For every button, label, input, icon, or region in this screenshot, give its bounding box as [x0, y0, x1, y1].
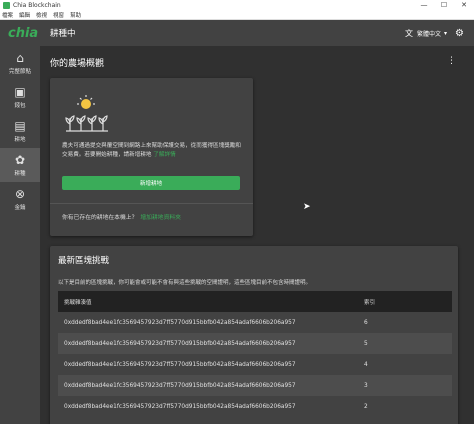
sidebar-item-label: 金鑰 — [14, 205, 26, 211]
app-header: chia 耕種中 文 繁體中文 ▾ ⚙ — [0, 20, 474, 46]
table-row: 0xddedf8bad4ee1fc3569457923d7ff5770d915b… — [58, 354, 452, 375]
challenge-index: 2 — [364, 403, 368, 410]
challenges-title: 最新區塊挑戰 — [58, 256, 110, 266]
home-icon: ⌂ — [16, 51, 24, 65]
table-row: 0xddedf8bad4ee1fc3569457923d7ff5770d915b… — [58, 396, 452, 417]
sidebar-item-full-node[interactable]: ⌂ 完整節點 — [0, 46, 40, 80]
challenge-hash: 0xddedf8bad4ee1fc3569457923d7ff5770d915b… — [64, 340, 296, 347]
sidebar-item-keys[interactable]: ⊗ 金鑰 — [0, 182, 40, 216]
challenge-hash: 0xddedf8bad4ee1fc3569457923d7ff5770d915b… — [64, 319, 296, 326]
farming-description-text: 農夫可通過提交與覆空間到網路上來幫助保護交易，從而獲得區塊獎勵和交易費。若要開始… — [62, 143, 242, 158]
menu-edit[interactable]: 編輯 — [19, 11, 30, 19]
existing-plots-text: 你有已存在的耕地在本機上？ — [62, 215, 138, 221]
key-icon: ⊗ — [14, 187, 26, 201]
close-button[interactable]: ✕ — [454, 0, 474, 11]
menu-window[interactable]: 視窗 — [53, 11, 64, 19]
challenge-hash: 0xddedf8bad4ee1fc3569457923d7ff5770d915b… — [64, 382, 296, 389]
page-title: 耕種中 — [50, 29, 76, 39]
add-plot-directory-link[interactable]: 增加耕地資料夾 — [140, 215, 181, 221]
minimize-button[interactable]: — — [414, 0, 434, 11]
existing-plots-prompt: 你有已存在的耕地在本機上？ 增加耕地資料夾 — [62, 212, 181, 221]
farming-description: 農夫可通過提交與覆空間到網路上來幫助保護交易，從而獲得區塊獎勵和交易費。若要開始… — [62, 142, 242, 160]
settings-gear-icon[interactable]: ⚙ — [455, 28, 464, 39]
sidebar-item-label: 錢包 — [14, 103, 26, 109]
farm-overview-heading: 你的農場概觀 — [50, 59, 105, 69]
challenge-hash: 0xddedf8bad4ee1fc3569457923d7ff5770d915b… — [64, 403, 296, 410]
sprout-icon: ✿ — [14, 153, 26, 167]
sidebar-item-farming[interactable]: ✿ 耕種 — [0, 148, 40, 182]
farming-intro-card: 農夫可通過提交與覆空間到網路上來幫助保護交易，從而獲得區塊獎勵和交易費。若要開始… — [50, 78, 253, 236]
table-row: 0xddedf8bad4ee1fc3569457923d7ff5770d915b… — [58, 375, 452, 396]
column-header-hash[interactable]: 挑戰雜湊值 — [58, 298, 364, 306]
challenges-subtitle: 以下是目前的區塊挑戰，你可能會或可能不會有與這些挑戰的空間證明，這些區塊目前不包… — [58, 280, 312, 286]
card-divider — [50, 203, 253, 204]
sidebar-item-label: 完整節點 — [8, 69, 31, 75]
table-header: 挑戰雜湊值 索引 — [58, 291, 452, 312]
translate-icon: 文 — [405, 28, 413, 38]
sidebar-item-label: 耕種 — [14, 171, 26, 177]
farm-illustration-icon — [65, 95, 108, 132]
challenge-hash: 0xddedf8bad4ee1fc3569457923d7ff5770d915b… — [64, 361, 296, 368]
sidebar-item-label: 耕地 — [14, 137, 26, 143]
sidebar: ⌂ 完整節點 ▣ 錢包 ▤ 耕地 ✿ 耕種 ⊗ 金鑰 — [0, 46, 40, 424]
table-row: 0xddedf8bad4ee1fc3569457923d7ff5770d915b… — [58, 312, 452, 333]
sidebar-item-plots[interactable]: ▤ 耕地 — [0, 114, 40, 148]
challenges-table: 挑戰雜湊值 索引 0xddedf8bad4ee1fc3569457923d7ff… — [58, 291, 452, 417]
sidebar-item-wallet[interactable]: ▣ 錢包 — [0, 80, 40, 114]
wallet-icon: ▣ — [14, 85, 26, 99]
farm-icon: ▤ — [14, 119, 26, 133]
chevron-down-icon: ▾ — [444, 29, 448, 37]
table-row: 0xddedf8bad4ee1fc3569457923d7ff5770d915b… — [58, 333, 452, 354]
chia-logo: chia — [8, 25, 39, 41]
main-content: 你的農場概觀 ⋮ 農夫可通過提交與覆空間到網路上來幫助保護交易，從而獲得區塊獎勵… — [40, 46, 474, 424]
maximize-button[interactable]: ☐ — [434, 0, 454, 11]
add-plot-button[interactable]: 新增耕地 — [62, 176, 240, 190]
challenge-index: 6 — [364, 319, 368, 326]
more-options-icon[interactable]: ⋮ — [447, 56, 456, 66]
menu-bar: 檔案 編輯 檢視 視窗 幫助 — [0, 11, 474, 20]
mouse-cursor-icon: ➤ — [303, 202, 311, 212]
column-header-index[interactable]: 索引 — [364, 298, 452, 306]
learn-more-link[interactable]: 了解詳情 — [153, 152, 175, 158]
window-title: Chia Blockchain — [13, 2, 61, 9]
language-selector[interactable]: 文 繁體中文 ▾ — [405, 28, 447, 39]
menu-file[interactable]: 檔案 — [2, 11, 13, 19]
challenge-index: 4 — [364, 361, 368, 368]
language-label: 繁體中文 — [417, 30, 442, 38]
challenge-index: 5 — [364, 340, 368, 347]
challenge-index: 3 — [364, 382, 368, 389]
window-titlebar: Chia Blockchain — ☐ ✕ — [0, 0, 474, 11]
menu-help[interactable]: 幫助 — [70, 11, 81, 19]
menu-view[interactable]: 檢視 — [36, 11, 47, 19]
chia-app-icon — [3, 2, 10, 9]
latest-challenges-card: 最新區塊挑戰 以下是目前的區塊挑戰，你可能會或可能不會有與這些挑戰的空間證明，這… — [50, 246, 458, 424]
